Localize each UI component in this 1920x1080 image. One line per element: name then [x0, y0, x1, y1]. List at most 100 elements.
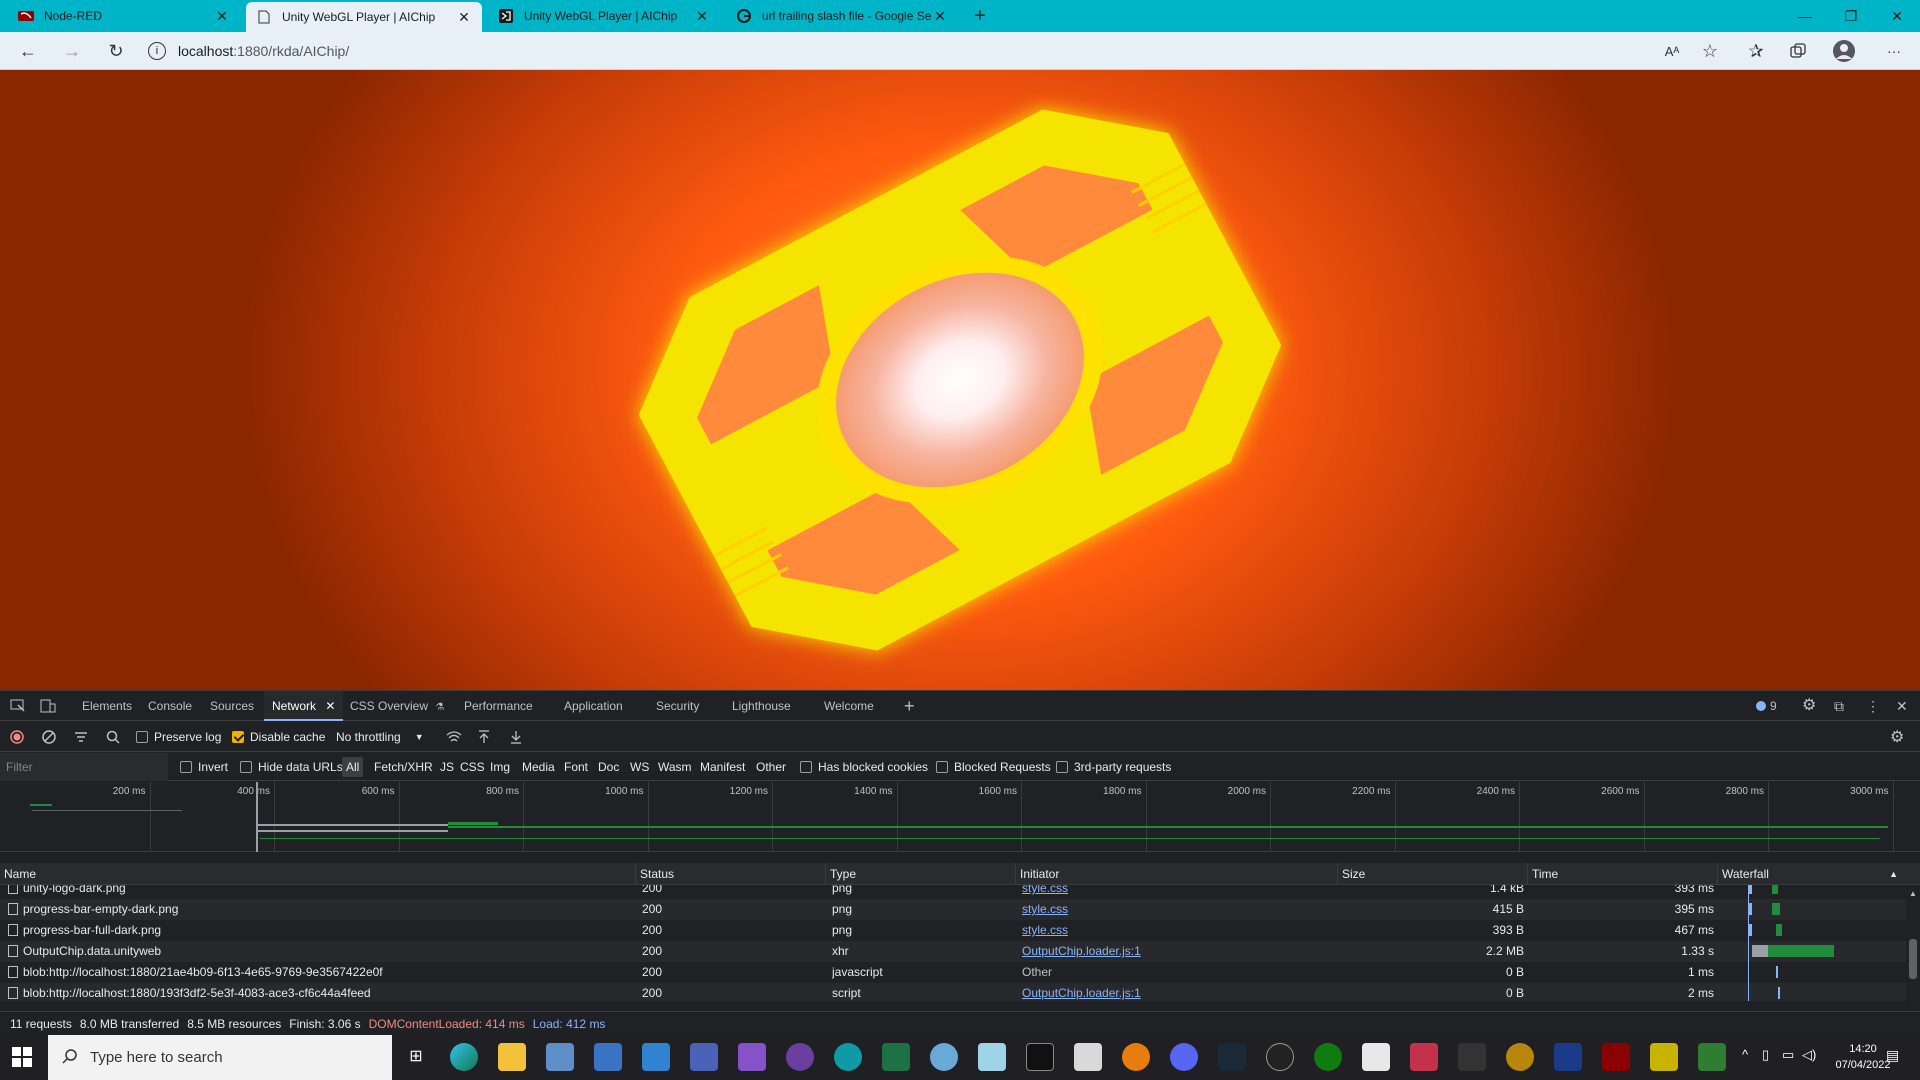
- notifications-icon[interactable]: ▤: [1886, 1047, 1899, 1064]
- request-initiator[interactable]: OutputChip.loader.js:1: [1022, 941, 1332, 962]
- filter-type-manifest[interactable]: Manifest: [700, 753, 745, 781]
- tab-console[interactable]: Console: [148, 691, 192, 721]
- tab-security[interactable]: Security: [656, 691, 699, 721]
- more-options-icon[interactable]: ⋮: [1866, 691, 1880, 721]
- settings-gear-icon[interactable]: ⚙: [1802, 691, 1816, 721]
- tab-network[interactable]: Network ✕: [264, 691, 344, 721]
- clear-icon[interactable]: [42, 722, 56, 752]
- site-info-icon[interactable]: i: [148, 42, 166, 60]
- battlenet-icon[interactable]: [1554, 1043, 1582, 1071]
- forward-icon[interactable]: →: [56, 37, 88, 65]
- network-conditions-icon[interactable]: [446, 722, 462, 752]
- excel-icon[interactable]: [882, 1043, 910, 1071]
- filter-type-ws[interactable]: WS: [630, 753, 649, 781]
- hide-data-urls-checkbox[interactable]: Hide data URLs: [240, 753, 343, 781]
- close-tab-icon[interactable]: ✕: [214, 8, 230, 25]
- inspect-element-icon[interactable]: [10, 691, 26, 721]
- discord-icon[interactable]: [1170, 1043, 1198, 1071]
- filter-type-other[interactable]: Other: [756, 753, 786, 781]
- app-icon-9[interactable]: [1602, 1043, 1630, 1071]
- arduino-icon[interactable]: [834, 1043, 862, 1071]
- tab-node-red[interactable]: Node-RED ✕: [8, 0, 240, 32]
- network-icon[interactable]: ▭: [1782, 1047, 1794, 1063]
- tab-google[interactable]: url trailing slash file - Google Sea ✕: [726, 0, 958, 32]
- app-icon-7[interactable]: [1410, 1043, 1438, 1071]
- tab-elements[interactable]: Elements: [82, 691, 132, 721]
- filter-type-fetch-xhr[interactable]: Fetch/XHR: [374, 753, 433, 781]
- request-row[interactable]: unity-logo-dark.png 200 png style.css 1.4 kB…: [0, 885, 1906, 899]
- close-window-button[interactable]: ✕: [1874, 0, 1920, 32]
- windows-start-icon[interactable]: [12, 1047, 32, 1070]
- edge-icon[interactable]: [450, 1043, 478, 1071]
- taskbar-search-box[interactable]: Type here to search: [48, 1035, 392, 1080]
- restore-button[interactable]: ❐: [1828, 0, 1874, 32]
- new-tab-button[interactable]: +: [964, 0, 998, 32]
- tab-performance[interactable]: Performance: [464, 691, 533, 721]
- filter-type-doc[interactable]: Doc: [598, 753, 619, 781]
- tab-welcome[interactable]: Welcome: [824, 691, 874, 721]
- app-icon-11[interactable]: [1698, 1043, 1726, 1071]
- record-icon[interactable]: [10, 722, 24, 752]
- request-row[interactable]: OutputChip.data.unityweb 200 xhr OutputChip…: [0, 941, 1906, 962]
- favorites-icon[interactable]: ✰: [1740, 37, 1772, 65]
- app-icon-10[interactable]: [1650, 1043, 1678, 1071]
- refresh-icon[interactable]: ↻: [100, 37, 132, 65]
- col-time[interactable]: Time: [1528, 863, 1718, 885]
- request-initiator[interactable]: style.css: [1022, 920, 1332, 941]
- app-icon-4[interactable]: [930, 1043, 958, 1071]
- has-blocked-cookies-checkbox[interactable]: Has blocked cookies: [800, 753, 928, 781]
- visual-studio-icon[interactable]: [738, 1043, 766, 1071]
- profile-avatar[interactable]: [1828, 37, 1860, 65]
- github-icon[interactable]: [786, 1043, 814, 1071]
- tab-application[interactable]: Application: [564, 691, 623, 721]
- app-icon-1[interactable]: [546, 1043, 574, 1071]
- volume-icon[interactable]: ◁): [1802, 1047, 1816, 1063]
- request-row[interactable]: blob:http://localhost:1880/193f3df2-5e3f…: [0, 983, 1906, 1001]
- xbox-icon[interactable]: [1314, 1043, 1342, 1071]
- col-status[interactable]: Status: [636, 863, 826, 885]
- request-initiator[interactable]: OutputChip.loader.js:1: [1022, 983, 1332, 1001]
- filter-type-media[interactable]: Media: [522, 753, 555, 781]
- col-name[interactable]: Name: [0, 863, 636, 885]
- tab-sources[interactable]: Sources: [210, 691, 254, 721]
- export-har-icon[interactable]: [510, 722, 522, 752]
- scrollbar-thumb[interactable]: [1909, 939, 1917, 979]
- read-aloud-icon[interactable]: Aᴬ: [1656, 37, 1688, 65]
- close-devtools-icon[interactable]: ✕: [1896, 691, 1908, 721]
- tab-lighthouse[interactable]: Lighthouse: [732, 691, 791, 721]
- back-icon[interactable]: ←: [12, 37, 44, 65]
- col-waterfall[interactable]: Waterfall ▲: [1718, 863, 1906, 885]
- network-settings-gear-icon[interactable]: ⚙: [1890, 722, 1904, 752]
- filter-type-all[interactable]: All: [342, 757, 364, 777]
- vscode-icon[interactable]: [642, 1043, 670, 1071]
- battery-icon[interactable]: ▯: [1762, 1047, 1769, 1063]
- dock-side-icon[interactable]: ⧉: [1834, 691, 1844, 721]
- close-tab-icon[interactable]: ✕: [932, 8, 948, 25]
- file-explorer-icon[interactable]: [498, 1043, 526, 1071]
- invert-checkbox[interactable]: Invert: [180, 753, 228, 781]
- col-initiator[interactable]: Initiator: [1016, 863, 1338, 885]
- unity-webgl-canvas[interactable]: [0, 70, 1920, 690]
- steam-icon[interactable]: [1218, 1043, 1246, 1071]
- request-row[interactable]: progress-bar-empty-dark.png 200 png style.c…: [0, 899, 1906, 920]
- throttling-select[interactable]: No throttling ▼: [336, 722, 424, 752]
- preserve-log-checkbox[interactable]: Preserve log: [136, 722, 221, 752]
- filter-type-img[interactable]: Img: [490, 753, 510, 781]
- app-icon-6[interactable]: [1074, 1043, 1102, 1071]
- filter-input[interactable]: Filter: [0, 753, 168, 781]
- network-overview-timeline[interactable]: 200 ms 400 ms 600 ms 800 ms 1000 ms 1200 ms 14…: [0, 782, 1920, 852]
- more-options-icon[interactable]: ···: [1878, 37, 1910, 65]
- app-icon-8[interactable]: [1458, 1043, 1486, 1071]
- import-har-icon[interactable]: [478, 722, 490, 752]
- app-icon-3[interactable]: [690, 1043, 718, 1071]
- blocked-requests-checkbox[interactable]: Blocked Requests: [936, 753, 1051, 781]
- request-initiator[interactable]: style.css: [1022, 885, 1332, 899]
- tab-unity-active[interactable]: Unity WebGL Player | AIChip ✕: [246, 2, 482, 32]
- timeline-selection-handle[interactable]: [256, 782, 258, 852]
- more-tabs-icon[interactable]: +: [904, 691, 915, 721]
- collections-icon[interactable]: [1782, 37, 1814, 65]
- task-view-icon[interactable]: ⊞: [402, 1043, 430, 1071]
- close-tab-icon[interactable]: ✕: [325, 699, 335, 713]
- request-initiator[interactable]: style.css: [1022, 899, 1332, 920]
- wow-icon[interactable]: [1506, 1043, 1534, 1071]
